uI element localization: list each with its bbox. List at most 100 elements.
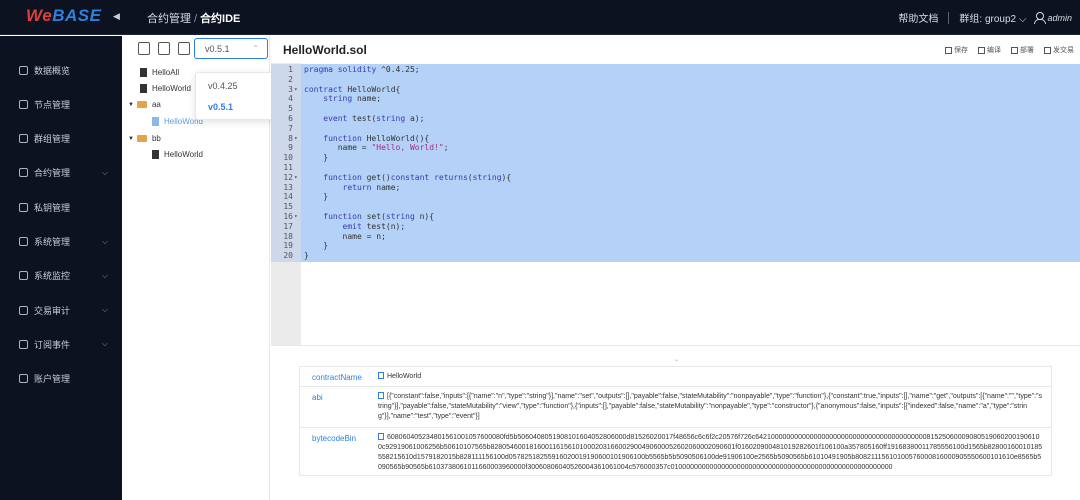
import-icon[interactable] bbox=[178, 42, 190, 55]
tree-folder[interactable]: ▼ bb bbox=[128, 134, 161, 143]
code-text: name = n; bbox=[304, 231, 386, 241]
folder-icon bbox=[136, 101, 147, 108]
editor-toolbar: 保存 编译 部署 发交易 bbox=[935, 45, 1074, 55]
code-text: return name; bbox=[342, 182, 401, 192]
code-text: } bbox=[304, 251, 309, 261]
chevron-down-icon[interactable]: ⌄ bbox=[674, 356, 679, 363]
sidebar-item[interactable]: 交易审计 ⌵ bbox=[0, 300, 122, 320]
file-icon bbox=[152, 117, 159, 126]
code-text: function get()constant returns(string){ bbox=[323, 172, 512, 182]
expand-icon[interactable]: ▼ bbox=[128, 102, 134, 108]
code-text: } bbox=[304, 241, 329, 251]
sidebar: 数据概览 节点管理 群组管理 合约管理 ⌵ 私钥管理 系统管理 ⌵ 系统监控 ⌵ 交易审计 ⌵ 订阅事件… bbox=[0, 36, 122, 500]
sidebar-item[interactable]: 系统监控 ⌵ bbox=[0, 266, 122, 286]
chevron-down-icon: ⌵ bbox=[101, 305, 108, 315]
chart-icon bbox=[19, 305, 28, 315]
collapse-sidebar-icon[interactable]: ◀ bbox=[113, 11, 120, 22]
expand-icon[interactable]: ▼ bbox=[128, 136, 134, 142]
code-text: function HelloWorld(){ bbox=[323, 133, 430, 143]
deploy-button[interactable]: 部署 bbox=[1011, 45, 1034, 55]
file-icon bbox=[140, 84, 147, 93]
file-icon bbox=[152, 150, 159, 159]
sidebar-item[interactable]: 群组管理 bbox=[0, 129, 122, 149]
tree-file[interactable]: HelloAll bbox=[140, 68, 179, 77]
gear-icon bbox=[19, 237, 28, 246]
sidebar-item-label: 私钥管理 bbox=[34, 202, 71, 213]
sidebar-item[interactable]: 节点管理 bbox=[0, 94, 122, 114]
version-option-selected[interactable]: v0.5.1 bbox=[208, 102, 233, 112]
sidebar-item[interactable]: 私钥管理 bbox=[0, 197, 122, 217]
group-icon bbox=[19, 134, 28, 144]
breadcrumb: 合约管理 / 合约IDE bbox=[147, 13, 241, 25]
code-text: contract HelloWorld{ bbox=[304, 84, 401, 94]
lock-icon bbox=[19, 202, 28, 212]
code-text: function set(string n){ bbox=[323, 211, 435, 221]
user-icon bbox=[1034, 12, 1047, 24]
breadcrumb-current: 合约IDE bbox=[200, 13, 241, 25]
sidebar-item[interactable]: 账户管理 bbox=[0, 369, 122, 389]
compile-icon bbox=[978, 46, 985, 54]
home-icon bbox=[19, 65, 28, 75]
new-folder-icon[interactable] bbox=[158, 42, 170, 55]
subscribe-icon bbox=[19, 339, 28, 349]
output-row-abi: abi [{"constant":false,"inputs":[{"name"… bbox=[300, 387, 1051, 428]
file-name: HelloWorld.sol bbox=[283, 43, 367, 57]
sidebar-item-label: 账户管理 bbox=[34, 374, 71, 385]
chevron-down-icon: ⌵ bbox=[101, 167, 108, 177]
copy-icon[interactable] bbox=[378, 433, 384, 440]
code-text: pragma solidity ^0.4.25; bbox=[304, 65, 420, 74]
panel-divider[interactable]: ⌄ bbox=[271, 345, 1080, 363]
file-icon bbox=[140, 68, 147, 77]
sidebar-item-label: 订阅事件 bbox=[34, 339, 71, 350]
editor-header: HelloWorld.sol 保存 编译 部署 发交易 bbox=[271, 36, 1080, 63]
send-transaction-button[interactable]: 发交易 bbox=[1044, 45, 1074, 55]
output-row-bytecode: bytecodeBin 6080604052348015610010576000… bbox=[312, 433, 1043, 471]
save-icon bbox=[945, 46, 952, 54]
code-text: name = "Hello, World!"; bbox=[304, 143, 449, 153]
code-editor[interactable]: 1 pragma solidity ^0.4.25; 2 3 ▾ contract Hel… bbox=[271, 63, 1080, 345]
sidebar-item[interactable]: 订阅事件 ⌵ bbox=[0, 334, 122, 354]
text-selection bbox=[301, 64, 1080, 262]
save-button[interactable]: 保存 bbox=[945, 45, 968, 55]
tree-folder[interactable]: ▼ aa bbox=[128, 100, 161, 109]
tree-file[interactable]: HelloWorld bbox=[152, 150, 203, 159]
sidebar-item-label: 节点管理 bbox=[34, 99, 71, 110]
group-select[interactable]: 群组: group2 ⌵ bbox=[959, 10, 1026, 25]
compile-button[interactable]: 编译 bbox=[978, 45, 1001, 55]
sidebar-item[interactable]: 系统管理 ⌵ bbox=[0, 232, 122, 252]
help-link[interactable]: 帮助文档 bbox=[898, 10, 938, 25]
send-icon bbox=[1044, 46, 1051, 54]
user-menu[interactable]: admin bbox=[1034, 12, 1072, 24]
contract-icon bbox=[19, 168, 28, 178]
sidebar-item-label: 合约管理 bbox=[34, 168, 71, 179]
sidebar-item[interactable]: 合约管理 ⌵ bbox=[0, 163, 122, 183]
chevron-down-icon: ⌵ bbox=[101, 339, 108, 349]
version-select[interactable]: v0.5.1 ⌃ bbox=[194, 38, 268, 59]
code-text: event test(string a); bbox=[323, 113, 425, 123]
sidebar-item-label: 数据概览 bbox=[34, 65, 71, 76]
sidebar-item-label: 系统监控 bbox=[34, 271, 71, 282]
fold-icon[interactable]: ▾ bbox=[294, 212, 298, 222]
deploy-icon bbox=[1011, 46, 1018, 54]
folder-icon bbox=[136, 135, 147, 142]
fold-icon[interactable]: ▾ bbox=[294, 173, 298, 183]
new-file-icon[interactable] bbox=[138, 42, 150, 55]
tree-file[interactable]: HelloWorld bbox=[140, 84, 191, 93]
copy-icon[interactable] bbox=[378, 372, 384, 379]
code-text: string name; bbox=[323, 94, 382, 104]
version-option[interactable]: v0.4.25 bbox=[208, 81, 238, 91]
breadcrumb-parent[interactable]: 合约管理 bbox=[147, 13, 191, 25]
fold-icon[interactable]: ▾ bbox=[294, 134, 298, 144]
code-text: } bbox=[304, 153, 329, 163]
chevron-down-icon: ⌵ bbox=[1016, 14, 1027, 25]
logo: WeBASE bbox=[26, 6, 102, 25]
sidebar-item-label: 群组管理 bbox=[34, 134, 71, 145]
code-text: emit test(n); bbox=[342, 221, 406, 231]
version-dropdown: v0.4.25 v0.5.1 bbox=[195, 72, 279, 120]
header-right: 帮助文档 群组: group2 ⌵ admin bbox=[898, 10, 1072, 25]
sidebar-item[interactable]: 数据概览 bbox=[0, 60, 122, 80]
sidebar-item-label: 交易审计 bbox=[34, 305, 71, 316]
copy-icon[interactable] bbox=[378, 392, 384, 399]
chevron-down-icon: ⌵ bbox=[101, 236, 108, 246]
fold-icon[interactable]: ▾ bbox=[294, 85, 298, 95]
